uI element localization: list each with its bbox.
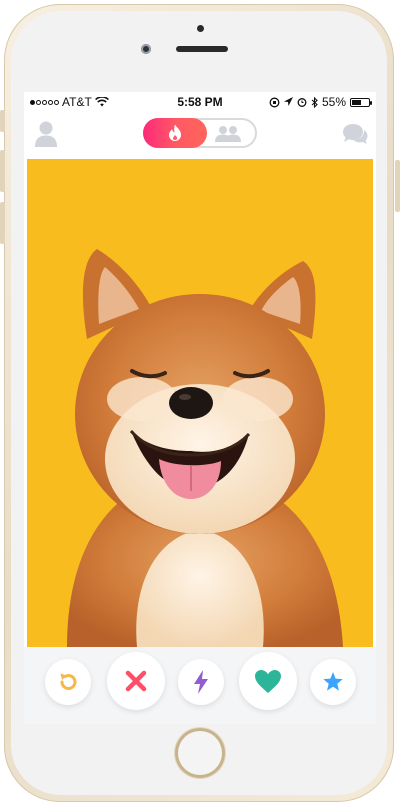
alarm-icon xyxy=(297,98,307,107)
proximity-sensor xyxy=(197,25,204,32)
mute-switch xyxy=(0,110,5,132)
star-icon xyxy=(323,672,343,691)
status-bar: AT&T 5:58 PM 55% xyxy=(24,92,376,112)
discover-mode-tab[interactable] xyxy=(143,118,207,148)
front-camera xyxy=(141,44,151,54)
mode-toggle[interactable] xyxy=(143,118,257,148)
home-button[interactable] xyxy=(175,728,225,778)
top-navigation xyxy=(24,112,376,160)
action-bar xyxy=(24,647,376,724)
profile-card-photo[interactable] xyxy=(27,159,373,647)
flame-icon xyxy=(169,124,181,141)
rewind-button[interactable] xyxy=(45,659,91,705)
x-icon xyxy=(125,670,147,692)
earpiece-speaker xyxy=(176,46,228,52)
app-screen: AT&T 5:58 PM 55% xyxy=(24,92,376,724)
bluetooth-icon xyxy=(311,96,318,108)
profile-icon[interactable] xyxy=(34,120,58,148)
volume-down-button xyxy=(0,202,5,244)
dog-photo xyxy=(27,159,373,647)
heart-icon xyxy=(255,669,281,693)
group-icon[interactable] xyxy=(213,124,243,144)
volume-up-button xyxy=(0,150,5,192)
nope-button[interactable] xyxy=(107,652,165,710)
power-button xyxy=(395,160,400,212)
rewind-icon xyxy=(60,673,77,690)
chat-bubbles-icon[interactable] xyxy=(342,122,368,146)
boost-button[interactable] xyxy=(178,659,224,705)
lightning-icon xyxy=(194,670,208,694)
like-button[interactable] xyxy=(239,652,297,710)
location-icon xyxy=(283,97,293,106)
orientation-lock-icon xyxy=(269,97,280,107)
battery-icon xyxy=(350,97,372,107)
battery-percent: 55% xyxy=(321,95,346,109)
super-like-button[interactable] xyxy=(310,659,356,705)
